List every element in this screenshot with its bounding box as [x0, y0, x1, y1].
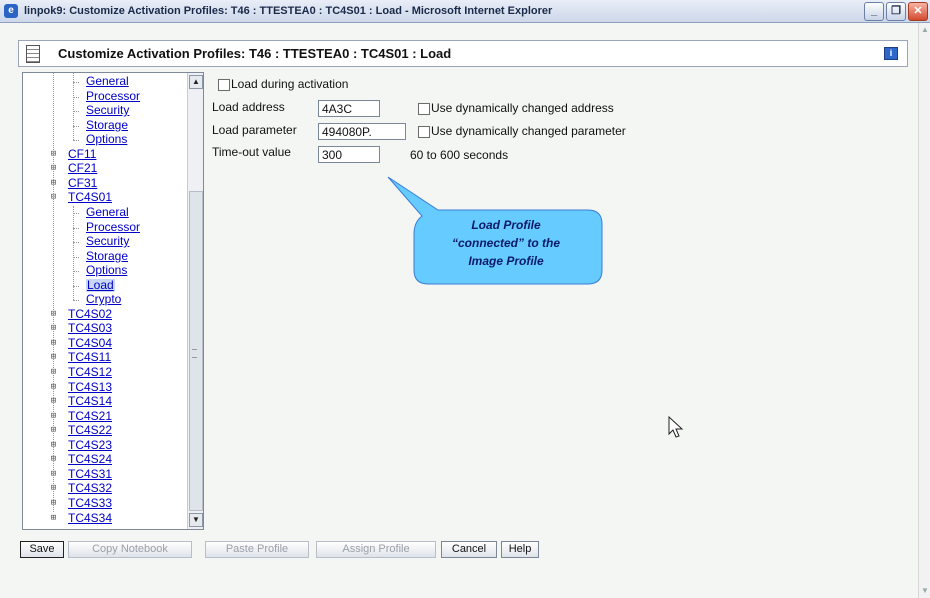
tree-item[interactable]: TC4S21	[68, 409, 112, 423]
tree-connector	[73, 300, 79, 302]
load-parameter-input[interactable]: 494080P.	[318, 123, 406, 140]
tree-item[interactable]: TC4S03	[68, 322, 112, 335]
tree-item[interactable]: General	[86, 75, 129, 88]
minimize-button[interactable]: _	[864, 2, 884, 21]
tree-item[interactable]: CF11	[68, 147, 96, 161]
tree-item[interactable]: TC4S24	[68, 453, 112, 466]
tree-item[interactable]: Options	[86, 133, 127, 146]
close-button[interactable]: ✕	[908, 2, 928, 21]
tree-item[interactable]: TC4S32	[68, 482, 112, 495]
load-parameter-label: Load parameter	[212, 123, 297, 137]
load-address-label: Load address	[212, 100, 285, 114]
scroll-up-arrow-icon[interactable]: ▲	[920, 25, 930, 35]
page-title: Customize Activation Profiles: T46 : TTE…	[58, 46, 452, 61]
tree-item[interactable]: TC4S11	[68, 351, 111, 364]
tree-item[interactable]: TC4S04	[68, 336, 112, 350]
load-form: Load during activation Load address 4A3C…	[212, 72, 902, 532]
tree-item[interactable]: Options	[86, 264, 127, 277]
tree-item[interactable]: TC4S31	[68, 467, 112, 481]
load-during-activation-label: Load during activation	[231, 77, 349, 91]
scroll-down-arrow-icon[interactable]: ▼	[920, 586, 930, 596]
tree-item[interactable]: Storage	[86, 118, 128, 132]
tree-scroll-grip	[192, 349, 197, 358]
tree-root-line	[53, 73, 54, 512]
tree-item-selected[interactable]: Load	[86, 278, 115, 292]
callout-text: Load Profile “connected” to the Image Pr…	[413, 216, 599, 270]
tree-item[interactable]: CF31	[68, 176, 97, 190]
notebook-icon	[26, 44, 40, 63]
tree-item[interactable]: CF21	[68, 162, 97, 175]
tree-item[interactable]: Storage	[86, 249, 128, 263]
tree-branch-line	[73, 73, 74, 141]
timeout-hint: 60 to 600 seconds	[410, 148, 509, 162]
use-dyn-parameter-label: Use dynamically changed parameter	[431, 124, 626, 138]
page-scrollbar[interactable]: ▲ ▼	[918, 23, 930, 598]
tree-item[interactable]: Crypto	[86, 293, 121, 306]
tree-scrollbar[interactable]: ▲ ▼	[187, 73, 203, 529]
notebook-header: Customize Activation Profiles: T46 : TTE…	[18, 40, 908, 67]
expand-icon[interactable]: ⊞	[49, 513, 58, 523]
tree-item[interactable]: Processor	[86, 89, 140, 103]
callout-line-1: Load Profile	[471, 218, 541, 232]
tree-branch-line	[73, 205, 74, 301]
info-icon[interactable]: i	[884, 47, 898, 60]
save-button[interactable]: Save	[20, 541, 64, 558]
timeout-label: Time-out value	[212, 145, 291, 159]
window-title: linpok9: Customize Activation Profiles: …	[24, 5, 553, 17]
tree-item[interactable]: Processor	[86, 220, 140, 234]
paste-profile-button[interactable]: Paste Profile	[205, 541, 309, 558]
mouse-pointer-icon	[668, 416, 684, 438]
load-during-activation-checkbox[interactable]	[218, 79, 230, 91]
use-dyn-parameter-checkbox[interactable]	[418, 126, 430, 138]
tree-item[interactable]: TC4S02	[68, 307, 112, 321]
callout-line-3: Image Profile	[468, 254, 544, 268]
tree-scroll-up-icon[interactable]: ▲	[189, 75, 203, 89]
use-dyn-address-checkbox[interactable]	[418, 103, 430, 115]
tree-item[interactable]: TC4S23	[68, 438, 112, 452]
use-dyn-address-label: Use dynamically changed address	[431, 101, 614, 115]
callout-line-2: “connected” to the	[451, 236, 560, 250]
tree-item[interactable]: TC4S12	[68, 366, 112, 379]
tree-item[interactable]: TC4S34	[68, 511, 112, 525]
restore-button[interactable]: ❐	[886, 2, 906, 21]
window-titlebar: e linpok9: Customize Activation Profiles…	[0, 0, 930, 23]
tree-item[interactable]: TC4S01	[68, 191, 112, 204]
load-address-input[interactable]: 4A3C	[318, 100, 380, 117]
copy-notebook-button[interactable]: Copy Notebook	[68, 541, 192, 558]
tree-item[interactable]: Security	[86, 235, 129, 248]
cancel-button[interactable]: Cancel	[441, 541, 497, 558]
tree-item[interactable]: TC4S33	[68, 496, 112, 510]
tree-scroll-down-icon[interactable]: ▼	[189, 513, 203, 527]
tree-item[interactable]: TC4S13	[68, 380, 112, 394]
tree-item[interactable]: TC4S22	[68, 424, 112, 437]
tree-item[interactable]: Security	[86, 104, 129, 117]
timeout-input[interactable]: 300	[318, 146, 380, 163]
tree-item[interactable]: TC4S14	[68, 395, 112, 408]
help-button[interactable]: Help	[501, 541, 539, 558]
assign-profile-button[interactable]: Assign Profile	[316, 541, 436, 558]
tree-item[interactable]: General	[86, 205, 129, 219]
tree-connector	[73, 140, 79, 142]
window-controls: _ ❐ ✕	[864, 2, 928, 21]
profile-tree: General Processor Security Storage Options CF…	[22, 72, 204, 530]
ie-icon[interactable]: e	[4, 4, 18, 18]
